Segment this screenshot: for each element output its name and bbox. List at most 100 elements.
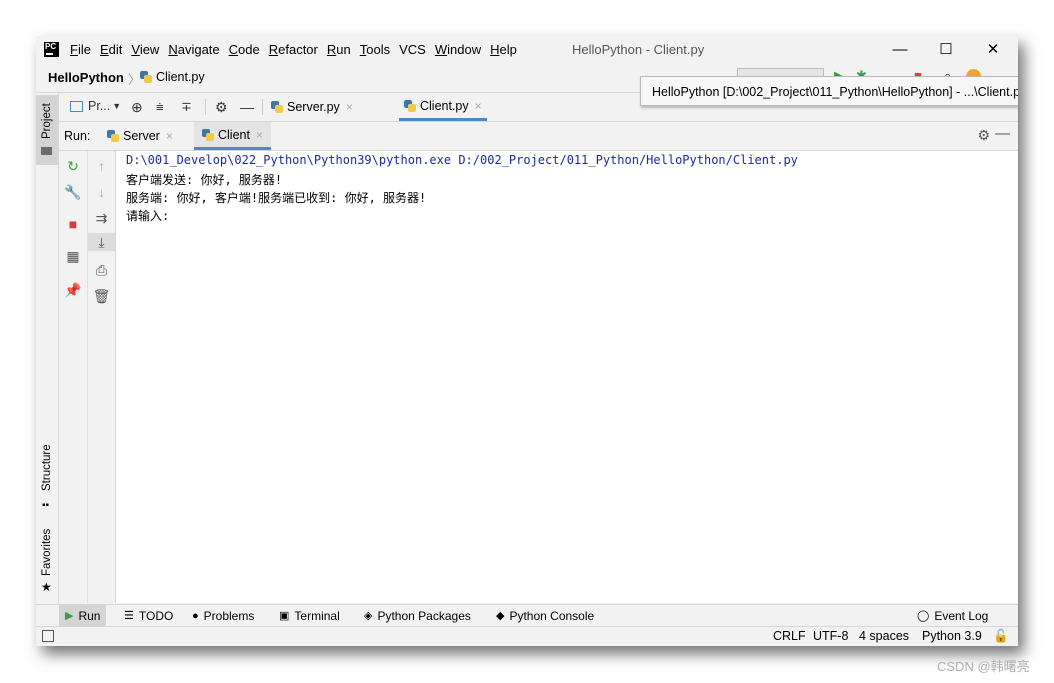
breadcrumb-file-label: Client.py [156, 70, 205, 84]
menu-bar: File Edit View Navigate Code Refactor Run Tools… [70, 42, 526, 57]
tab-label: Client.py [420, 98, 469, 113]
terminal-tool-button[interactable]: ▣ Terminal [279, 605, 340, 627]
structure-tool-tab[interactable]: Structure [41, 444, 53, 491]
star-icon: ★ [41, 580, 52, 594]
list-icon: ☰ [124, 610, 134, 622]
close-button[interactable]: ✕ [981, 40, 1005, 60]
problems-tool-button[interactable]: ● Problems [192, 605, 254, 627]
hide-icon[interactable]: — [995, 125, 1010, 142]
menu-run[interactable]: Run [327, 42, 351, 57]
run-tab-server[interactable]: Server × [107, 122, 173, 150]
run-toolbar-primary: ↻ 🔧 ■ ▦ 📌 [59, 151, 88, 603]
run-icon: ▶ [65, 610, 74, 622]
chevron-down-icon: ▼ [112, 101, 122, 111]
tool-windows-icon[interactable] [42, 630, 54, 642]
project-view-icon [70, 100, 83, 112]
todo-tool-label: TODO [138, 609, 174, 623]
locate-icon[interactable]: ⊕ [131, 99, 143, 116]
breadcrumb-project[interactable]: HelloPython [48, 70, 124, 85]
scroll-to-end-icon[interactable]: ⤓ [88, 233, 115, 251]
tab-client-py[interactable]: Client.py × [399, 93, 487, 121]
close-tab-icon[interactable]: × [475, 99, 482, 113]
menu-refactor[interactable]: Refactor [269, 42, 318, 57]
python-run-icon [202, 128, 214, 141]
event-log-icon: ◯ [917, 610, 930, 622]
layout-icon[interactable]: ▦ [59, 247, 87, 265]
ide-window: PC File Edit View Navigate Code Refactor Run To… [36, 36, 1018, 646]
event-log-tool-label: Event Log [934, 609, 989, 623]
print-icon[interactable]: ⎙ [88, 261, 115, 279]
pin-icon[interactable]: 📌 [59, 281, 87, 299]
pycharm-logo-icon: PC [44, 42, 59, 57]
event-log-tool-button[interactable]: ◯ Event Log [917, 605, 988, 627]
menu-vcs[interactable]: VCS [399, 42, 426, 57]
close-tab-icon[interactable]: × [256, 128, 263, 142]
project-tool-label: Project [41, 103, 53, 139]
menu-tools[interactable]: Tools [360, 42, 390, 57]
arrow-up-icon[interactable]: ↑ [88, 157, 115, 175]
close-tab-icon[interactable]: × [166, 129, 173, 143]
python-file-icon [271, 101, 283, 113]
python-packages-tool-button[interactable]: ◈ Python Packages [364, 605, 471, 627]
soft-wrap-icon[interactable]: ⇉ [88, 209, 115, 227]
close-tab-icon[interactable]: × [346, 100, 353, 114]
watermark: CSDN @韩曙亮 [937, 659, 1030, 674]
hide-icon[interactable]: — [240, 99, 254, 115]
lock-icon[interactable]: 🔓 [993, 629, 1009, 644]
python-console-tool-button[interactable]: ◆ Python Console [496, 605, 594, 627]
todo-tool-button[interactable]: ☰ TODO [124, 605, 173, 627]
gear-icon[interactable]: ⚙ [977, 127, 990, 144]
menu-code[interactable]: Code [229, 42, 260, 57]
stop-icon[interactable]: ■ [59, 215, 87, 233]
console-line: 请输入: [126, 209, 170, 223]
menu-file[interactable]: File [70, 42, 91, 57]
run-panel-header: Run: Server × Client × ⚙ — [59, 122, 1018, 151]
menu-help[interactable]: Help [490, 42, 517, 57]
structure-icon: ▪▪ [42, 500, 50, 511]
project-tool-tab[interactable]: Project [36, 95, 58, 165]
tab-label: Server.py [287, 100, 340, 114]
menu-view[interactable]: View [131, 42, 159, 57]
run-tab-label: Client [218, 127, 250, 142]
indent-indicator[interactable]: 4 spaces [859, 629, 909, 643]
menu-window[interactable]: Window [435, 42, 481, 57]
menu-navigate[interactable]: Navigate [168, 42, 219, 57]
python-packages-tool-label: Python Packages [377, 609, 471, 623]
rerun-icon[interactable]: ↻ [59, 157, 87, 175]
layers-icon: ◈ [364, 610, 373, 622]
file-path-tooltip: HelloPython [D:\002_Project\011_Python\H… [640, 76, 1018, 106]
window-title: HelloPython - Client.py [572, 42, 705, 57]
run-tool-label: Run [78, 609, 101, 623]
expand-all-icon[interactable]: ⩧ [156, 99, 164, 115]
left-tool-stripe: Project Structure ▪▪ Favorites ★ [36, 93, 59, 603]
python-console-tool-label: Python Console [509, 609, 595, 623]
python-file-icon [404, 99, 416, 112]
maximize-button[interactable]: ☐ [934, 40, 958, 60]
console-line-command: D:\001_Develop\022_Python\Python39\pytho… [126, 153, 798, 167]
interpreter-indicator[interactable]: Python 3.9 [922, 629, 982, 643]
breadcrumb-file[interactable]: Client.py [140, 70, 205, 84]
console-line: 客户端发送: 你好, 服务器! [126, 173, 283, 187]
project-view-select[interactable]: Pr... ▼ [70, 99, 121, 113]
run-tool-button[interactable]: ▶ Run [59, 605, 107, 627]
collapse-all-icon[interactable]: ∓ [181, 99, 192, 115]
gear-icon[interactable]: ⚙ [215, 99, 228, 116]
favorites-tool-tab[interactable]: Favorites [41, 529, 53, 576]
arrow-down-icon[interactable]: ↓ [88, 183, 115, 201]
console-line: 服务端: 你好, 客户端!服务端已收到: 你好, 服务器! [126, 191, 427, 205]
python-run-icon [107, 130, 119, 142]
status-bar: CRLF UTF-8 4 spaces Python 3.9 🔓 [36, 626, 1018, 646]
bottom-tool-bar: ▶ Run ☰ TODO ● Problems ▣ Terminal ◈ Pyt… [36, 604, 1018, 627]
trash-icon[interactable]: 🗑 [88, 287, 115, 305]
menu-edit[interactable]: Edit [100, 42, 122, 57]
wrench-icon[interactable]: 🔧 [59, 183, 87, 201]
run-panel-label: Run: [64, 129, 91, 143]
problems-tool-label: Problems [203, 609, 255, 623]
encoding-indicator[interactable]: UTF-8 [813, 629, 848, 643]
run-console-output[interactable]: D:\001_Develop\022_Python\Python39\pytho… [116, 151, 1018, 603]
project-view-label: Pr... [88, 99, 111, 113]
run-tab-client[interactable]: Client × [194, 122, 271, 150]
minimize-button[interactable]: — [888, 40, 912, 60]
tab-server-py[interactable]: Server.py × [271, 93, 353, 121]
line-separator-indicator[interactable]: CRLF [773, 629, 806, 643]
